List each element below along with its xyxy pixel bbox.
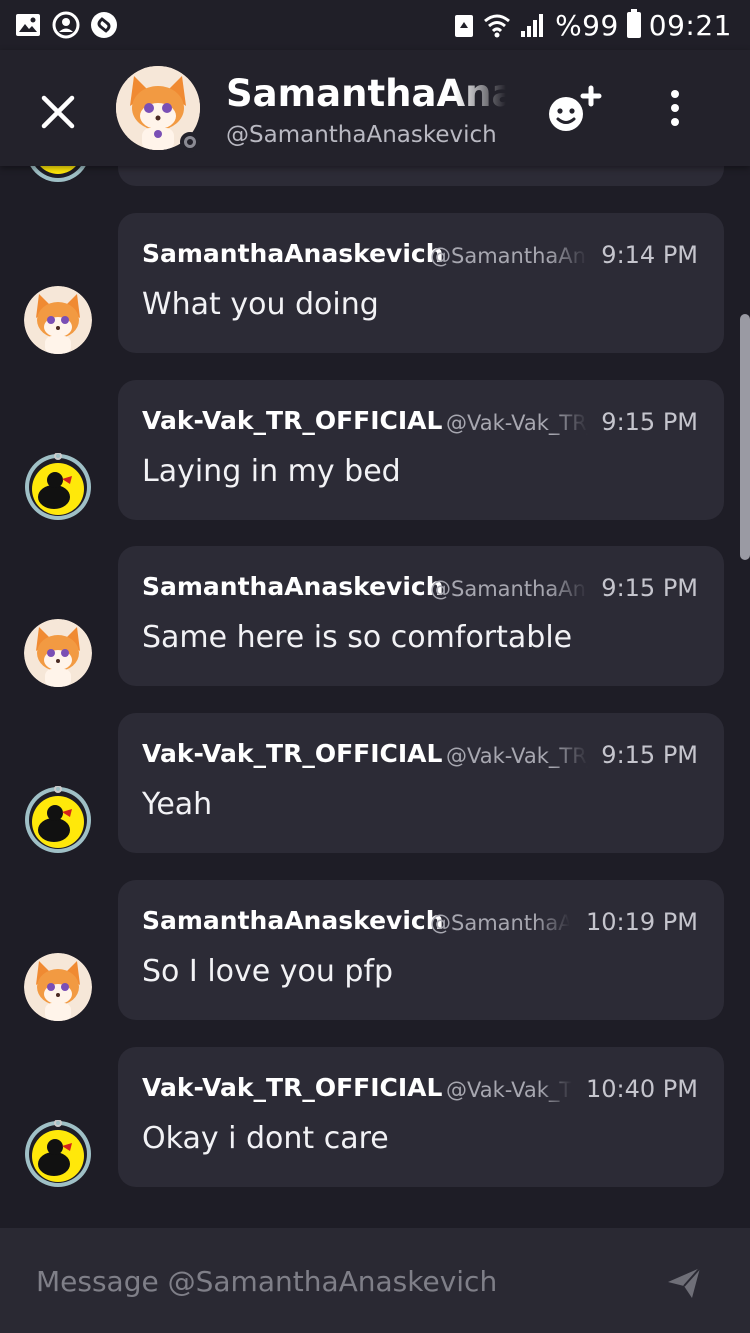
message-time: 9:15 PM [601, 741, 698, 769]
message-bubble-partial [118, 166, 724, 186]
avatar[interactable] [24, 453, 92, 521]
message-time: 9:14 PM [601, 241, 698, 269]
message-author[interactable]: SamanthaAnaskevich [142, 572, 444, 601]
status-bar: %99 09:21 [0, 0, 750, 50]
message-item: SamanthaAnaskevich @SamanthaAnaskevich 1… [0, 880, 750, 1021]
message-author[interactable]: Vak-Vak_TR_OFFICIAL [142, 1073, 442, 1102]
signal-icon [521, 14, 544, 37]
message-bubble[interactable]: Vak-Vak_TR_OFFICIAL @Vak-Vak_TR_OFFICIAL… [118, 713, 724, 853]
image-icon [16, 14, 40, 36]
add-friend-icon[interactable] [546, 84, 604, 138]
page-title[interactable]: SamanthaAnaskevich [226, 72, 506, 115]
close-icon[interactable] [38, 92, 78, 132]
battery-percent: %99 [555, 8, 619, 42]
avatar[interactable] [24, 786, 92, 854]
message-bubble[interactable]: SamanthaAnaskevich @SamanthaAnaskevich 9… [118, 213, 724, 353]
message-author[interactable]: Vak-Vak_TR_OFFICIAL [142, 406, 442, 435]
avatar[interactable] [24, 619, 92, 687]
message-composer [0, 1228, 750, 1333]
message-bubble[interactable]: SamanthaAnaskevich @SamanthaAnaskevich 1… [118, 880, 724, 1020]
message-item: Vak-Vak_TR_OFFICIAL @Vak-Vak_TR_OFFICIAL… [0, 380, 750, 520]
scrollbar[interactable] [740, 314, 750, 560]
message-handle: @SamanthaAnaskevich [430, 244, 588, 268]
message-time: 10:19 PM [586, 908, 698, 936]
message-text: Laying in my bed [142, 454, 401, 489]
header-handle: @SamanthaAnaskevich [226, 122, 497, 148]
message-author[interactable]: SamanthaAnaskevich [142, 906, 444, 935]
message-author[interactable]: SamanthaAnaskevich [142, 239, 444, 268]
shazam-icon [91, 12, 117, 38]
message-handle: @Vak-Vak_TR_OFFICIAL [446, 1078, 572, 1102]
message-item: Vak-Vak_TR_OFFICIAL @Vak-Vak_TR_OFFICIAL… [0, 713, 750, 853]
avatar[interactable] [24, 286, 92, 354]
recycle-icon [455, 15, 474, 37]
message-input[interactable] [34, 1258, 638, 1304]
message-author[interactable]: Vak-Vak_TR_OFFICIAL [142, 739, 442, 768]
avatar[interactable] [24, 953, 92, 1021]
message-time: 10:40 PM [586, 1075, 698, 1103]
message-text: What you doing [142, 287, 379, 322]
message-bubble[interactable]: Vak-Vak_TR_OFFICIAL @Vak-Vak_TR_OFFICIAL… [118, 1047, 724, 1187]
message-text: Okay i dont care [142, 1121, 389, 1156]
message-list[interactable]: SamanthaAnaskevich @SamanthaAnaskevich 9… [0, 166, 750, 1228]
message-handle: @SamanthaAnaskevich [430, 577, 588, 601]
message-text: Same here is so comfortable [142, 620, 573, 655]
message-handle: @Vak-Vak_TR_OFFICIAL [446, 744, 588, 768]
more-vertical-icon[interactable] [660, 88, 690, 128]
message-item: SamanthaAnaskevich @SamanthaAnaskevich 9… [0, 213, 750, 354]
message-text: Yeah [142, 787, 213, 822]
message-time: 9:15 PM [601, 574, 698, 602]
message-bubble[interactable]: Vak-Vak_TR_OFFICIAL @Vak-Vak_TR_OFFICIAL… [118, 380, 724, 520]
wifi-icon [484, 14, 511, 38]
message-text: So I love you pfp [142, 954, 394, 989]
message-time: 9:15 PM [601, 408, 698, 436]
clock: 09:21 [648, 8, 732, 42]
messenger-icon [52, 11, 80, 39]
avatar-partial [24, 166, 92, 184]
chat-header: SamanthaAnaskevich @SamanthaAnaskevich [0, 50, 750, 166]
send-icon[interactable] [664, 1262, 704, 1302]
message-handle: @SamanthaAnaskevich [430, 911, 570, 935]
message-item: Vak-Vak_TR_OFFICIAL @Vak-Vak_TR_OFFICIAL… [0, 1047, 750, 1187]
presence-indicator [180, 132, 200, 152]
message-handle: @Vak-Vak_TR_OFFICIAL [446, 411, 588, 435]
message-bubble[interactable]: SamanthaAnaskevich @SamanthaAnaskevich 9… [118, 546, 724, 686]
battery-icon [626, 9, 641, 38]
avatar[interactable] [24, 1120, 92, 1188]
message-item: SamanthaAnaskevich @SamanthaAnaskevich 9… [0, 546, 750, 687]
